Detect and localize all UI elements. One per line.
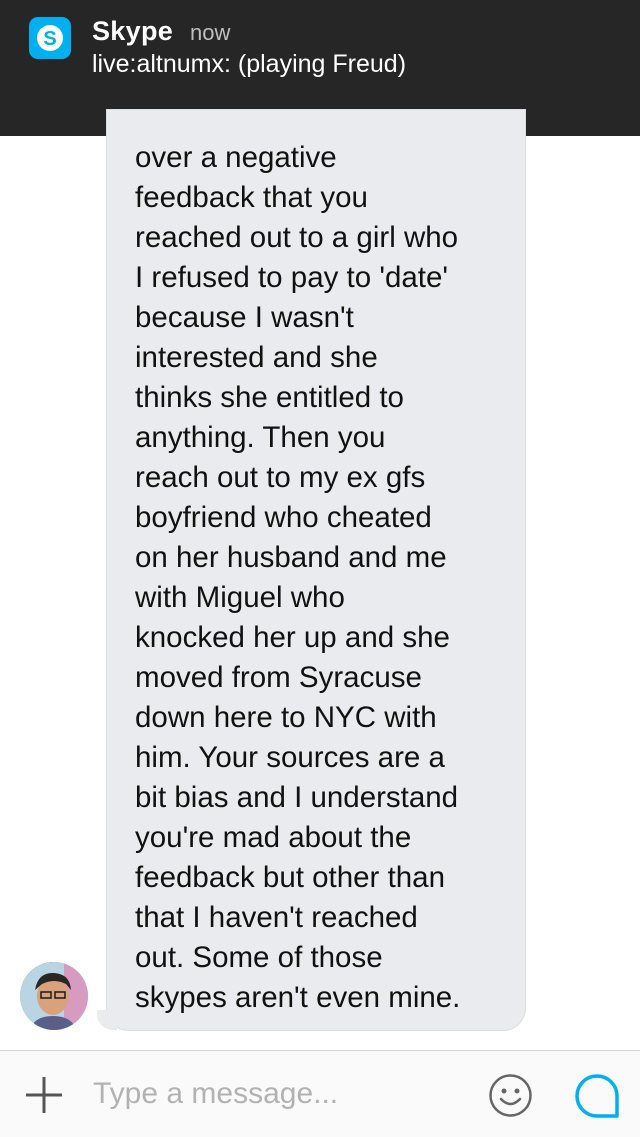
notification-time: now <box>190 20 231 45</box>
skype-icon[interactable] <box>573 1072 621 1120</box>
plus-icon[interactable] <box>24 1075 64 1115</box>
message-input[interactable] <box>93 1072 453 1116</box>
message-bubble-tail <box>97 1010 117 1030</box>
emoji-icon[interactable] <box>488 1073 533 1118</box>
avatar[interactable] <box>20 962 88 1030</box>
notification-message: live:altnumx: (playing Freud) <box>92 50 407 78</box>
notification-app-name: Skype <box>92 16 174 46</box>
svg-text:S: S <box>43 28 56 50</box>
skype-icon: S <box>29 17 71 59</box>
message-text: over a negative feedback that you reache… <box>135 141 461 1014</box>
